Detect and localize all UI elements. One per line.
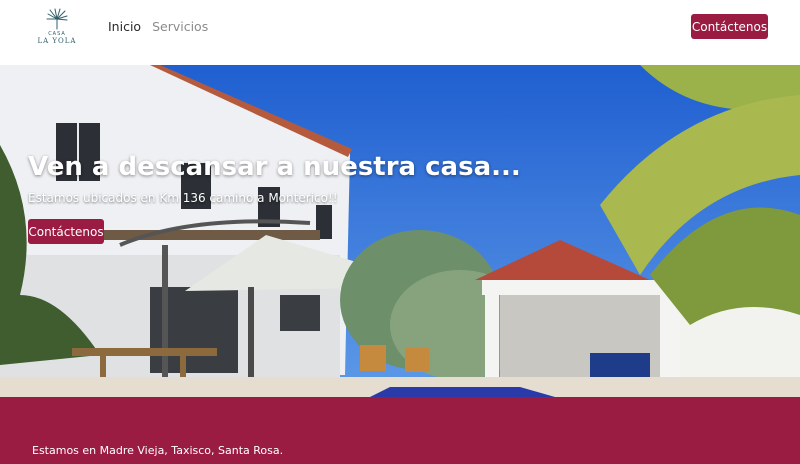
main-nav: Inicio Servicios [108, 19, 208, 34]
palm-logo-icon [46, 8, 68, 30]
logo-text-bottom: LA YOLA [37, 37, 77, 45]
nav-item-servicios[interactable]: Servicios [152, 19, 208, 34]
nav-item-inicio[interactable]: Inicio [108, 19, 141, 34]
hero-title: Ven a descansar a nuestra casa... [28, 152, 521, 182]
footer-location-text: Estamos en Madre Vieja, Taxisco, Santa R… [32, 444, 284, 457]
contact-button-hero[interactable]: Contáctenos [28, 219, 104, 244]
hero-section: Ven a descansar a nuestra casa... Estamo… [0, 65, 800, 397]
brand-logo[interactable]: CASA LA YOLA [34, 8, 80, 48]
navbar: CASA LA YOLA Inicio Servicios Contácteno… [0, 0, 800, 65]
footer: Estamos en Madre Vieja, Taxisco, Santa R… [0, 397, 800, 464]
hero-image [0, 65, 800, 397]
hero-subtitle: Estamos ubicados en Km 136 camino a Mont… [28, 191, 338, 205]
contact-button-header[interactable]: Contáctenos [691, 14, 768, 39]
